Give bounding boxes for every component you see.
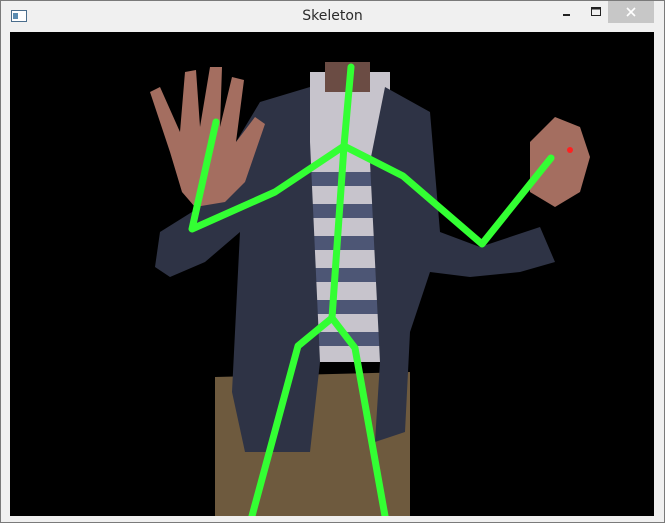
minimize-icon	[563, 14, 570, 16]
tracked-hand-marker	[567, 147, 573, 153]
title-bar[interactable]: Skeleton	[1, 1, 664, 31]
close-button[interactable]	[608, 1, 654, 23]
maximize-button[interactable]	[582, 1, 610, 23]
skeleton-window: Skeleton	[0, 0, 665, 523]
close-icon	[626, 7, 636, 17]
skeleton-scene	[10, 32, 654, 516]
depth-camera-view	[10, 32, 654, 516]
minimize-button[interactable]	[553, 1, 581, 23]
maximize-icon	[591, 7, 601, 16]
